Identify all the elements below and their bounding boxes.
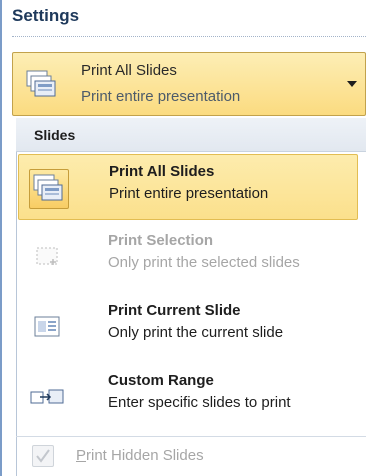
- chevron-down-icon[interactable]: [347, 81, 357, 87]
- menu-item-title: Print All Slides: [109, 163, 215, 180]
- menu-item-title: Custom Range: [108, 372, 214, 389]
- print-hidden-slides-label: Print Hidden Slides: [76, 447, 204, 464]
- section-label: Slides: [34, 127, 76, 143]
- print-range-dropdown[interactable]: Print All Slides Print entire presentati…: [12, 52, 366, 116]
- menu-item-print-current-slide[interactable]: Print Current Slide Only print the curre…: [18, 294, 358, 360]
- icon-frame: [28, 378, 68, 418]
- print-all-slides-icon: [26, 70, 56, 97]
- print-hidden-slides-checkbox: [32, 445, 54, 467]
- icon-frame: [28, 238, 68, 278]
- dropdown-selected-subtitle: Print entire presentation: [81, 88, 241, 105]
- custom-range-icon: [30, 389, 64, 404]
- separator: [12, 36, 366, 37]
- menu-item-subtitle: Only print the selected slides: [108, 254, 300, 271]
- menu-item-print-selection: Print Selection Only print the selected …: [18, 224, 358, 290]
- print-all-slides-icon: [33, 174, 63, 201]
- menu-item-title: Print Selection: [108, 232, 214, 249]
- print-current-slide-icon: [34, 316, 60, 337]
- menu-item-subtitle: Print entire presentation: [109, 185, 269, 202]
- menu-item-title: Print Current Slide: [108, 302, 241, 319]
- icon-frame: [29, 169, 69, 209]
- menu-item-subtitle: Enter specific slides to print: [108, 394, 291, 411]
- dropdown-selected-title: Print All Slides: [81, 62, 177, 79]
- menu-item-subtitle: Only print the current slide: [108, 324, 284, 341]
- print-hidden-slides-row: Print Hidden Slides: [16, 436, 366, 476]
- menu-item-custom-range[interactable]: Custom Range Enter specific slides to pr…: [18, 364, 358, 430]
- menu-section-header: Slides: [16, 118, 366, 152]
- panel-left-border: [0, 0, 2, 476]
- checkmark-icon: [36, 449, 50, 463]
- menu-item-print-all-slides[interactable]: Print All Slides Print entire presentati…: [18, 154, 358, 220]
- label-text: rint Hidden Slides: [86, 447, 204, 464]
- print-selection-icon: [36, 247, 58, 265]
- settings-heading: Settings: [12, 6, 80, 25]
- access-key: P: [76, 447, 87, 464]
- icon-frame: [28, 308, 68, 348]
